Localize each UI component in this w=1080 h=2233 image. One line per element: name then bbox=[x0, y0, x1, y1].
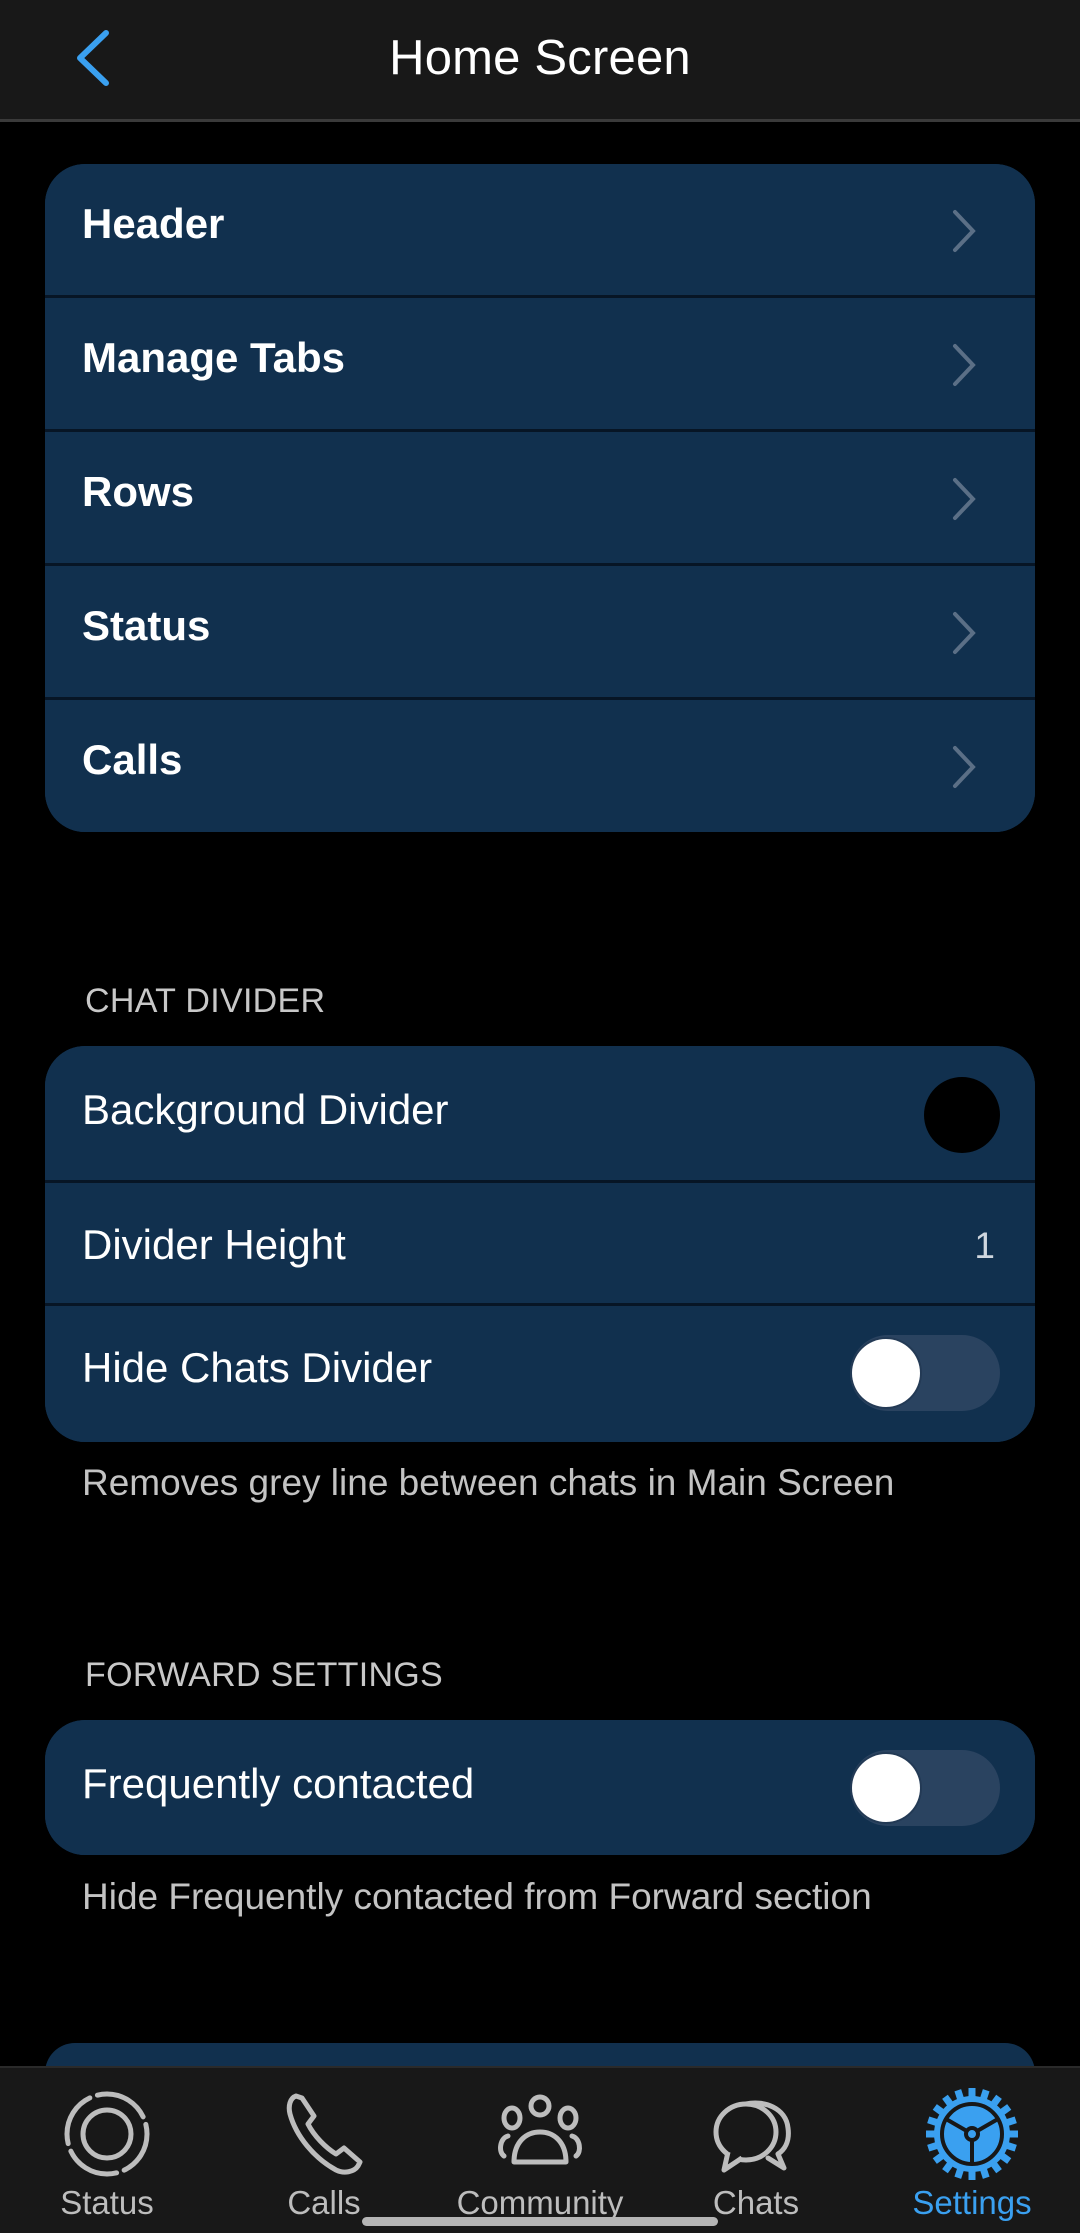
hide-chats-divider-label: Hide Chats Divider bbox=[82, 1344, 433, 1391]
chevron-right-icon bbox=[953, 612, 976, 654]
nav-tab-community[interactable]: Community bbox=[440, 2068, 640, 2233]
nav-label: Status bbox=[60, 2184, 154, 2221]
divider-height-value: 1 bbox=[974, 1225, 995, 1266]
chevron-right-icon bbox=[953, 478, 976, 520]
menu-item-manage-tabs[interactable]: Manage Tabs bbox=[45, 298, 1035, 432]
divider-color-swatch[interactable] bbox=[924, 1077, 1000, 1153]
divider-height-row[interactable]: Divider Height 1 bbox=[45, 1183, 1035, 1306]
toggle-knob bbox=[852, 1754, 920, 1822]
chevron-right-icon bbox=[953, 210, 976, 252]
menu-item-header[interactable]: Header bbox=[45, 164, 1035, 298]
home-screen-menu-card: Header Manage Tabs Rows Status Calls bbox=[45, 164, 1035, 832]
chevron-right-icon bbox=[953, 746, 976, 788]
gear-tooth bbox=[968, 2168, 976, 2180]
menu-item-status[interactable]: Status bbox=[45, 566, 1035, 700]
community-icon bbox=[498, 2094, 582, 2165]
section-header-chat-divider: CHAT DIVIDER bbox=[85, 982, 326, 1020]
home-indicator[interactable] bbox=[362, 2217, 718, 2226]
page-title: Home Screen bbox=[389, 31, 691, 85]
menu-item-label: Manage Tabs bbox=[82, 334, 345, 381]
toggle-knob bbox=[852, 1339, 920, 1407]
background-divider-row[interactable]: Background Divider bbox=[45, 1046, 1035, 1183]
nav-label: Settings bbox=[912, 2184, 1032, 2221]
nav-tab-status[interactable]: Status bbox=[7, 2068, 207, 2233]
divider-height-label: Divider Height bbox=[82, 1221, 346, 1268]
gear-tooth bbox=[926, 2130, 938, 2138]
frequently-contacted-hint: Hide Frequently contacted from Forward s… bbox=[82, 1876, 872, 1917]
phone-icon bbox=[286, 2093, 363, 2175]
menu-item-label: Rows bbox=[82, 468, 195, 515]
hide-chats-divider-row: Hide Chats Divider bbox=[45, 1306, 1035, 1442]
nav-tab-calls[interactable]: Calls bbox=[224, 2068, 424, 2233]
frequently-contacted-toggle[interactable] bbox=[850, 1750, 1000, 1826]
nav-tab-chats[interactable]: Chats bbox=[656, 2068, 856, 2233]
status-icon bbox=[64, 2091, 150, 2177]
menu-item-calls[interactable]: Calls bbox=[45, 700, 1035, 832]
gear-tooth bbox=[968, 2088, 976, 2100]
chat-divider-card: Background Divider Divider Height 1 Hide… bbox=[45, 1046, 1035, 1442]
forward-settings-card: Frequently contacted bbox=[45, 1720, 1035, 1855]
top-app-bar: Home Screen bbox=[0, 0, 1080, 122]
gear-icon bbox=[926, 2088, 1018, 2180]
chats-icon bbox=[713, 2100, 791, 2173]
gear-tooth bbox=[1006, 2130, 1018, 2138]
menu-item-label: Calls bbox=[82, 736, 183, 783]
bottom-navigation-bar: Status Calls Community Chats Settings bbox=[0, 2066, 1080, 2233]
menu-item-rows[interactable]: Rows bbox=[45, 432, 1035, 566]
hide-chats-divider-hint: Removes grey line between chats in Main … bbox=[82, 1462, 895, 1503]
frequently-contacted-label: Frequently contacted bbox=[82, 1760, 475, 1807]
section-header-forward-settings: FORWARD SETTINGS bbox=[85, 1656, 444, 1694]
frequently-contacted-row: Frequently contacted bbox=[45, 1720, 1035, 1855]
background-divider-label: Background Divider bbox=[82, 1086, 449, 1133]
hide-chats-divider-toggle[interactable] bbox=[850, 1335, 1000, 1411]
menu-item-label: Status bbox=[82, 602, 211, 649]
nav-tab-settings[interactable]: Settings bbox=[872, 2068, 1072, 2233]
menu-item-label: Header bbox=[82, 200, 225, 247]
chevron-right-icon bbox=[953, 344, 976, 386]
